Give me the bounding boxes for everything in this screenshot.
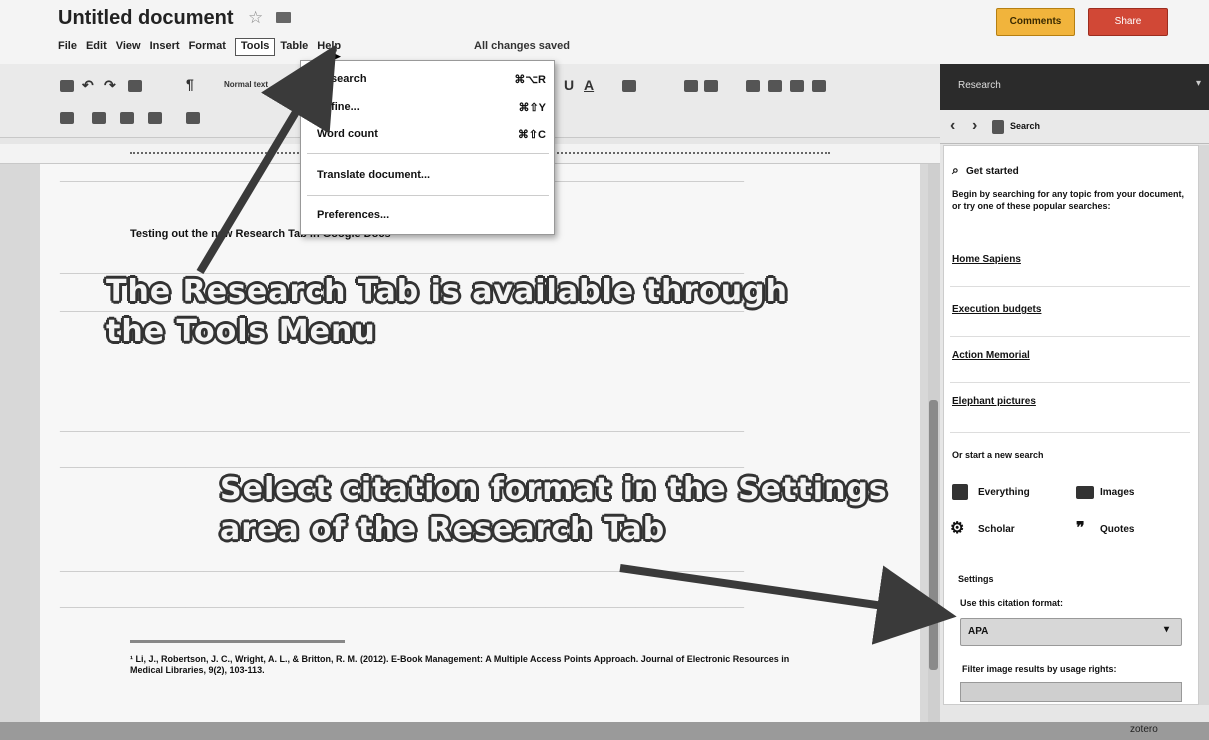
callout-tools-line1: The Research Tab is available through [106, 274, 788, 309]
arrow-to-tools-menu [196, 44, 337, 275]
callout-settings-line2: area of the Research Tab [220, 512, 666, 547]
annotation-arrows [196, 44, 957, 645]
arrow-to-settings [619, 564, 957, 645]
callout-tools-line2: the Tools Menu [106, 314, 376, 349]
app-window: Untitled document ☆ File Edit View Inser… [0, 0, 1209, 740]
callout-settings-line1: Select citation format in the Settings [220, 472, 888, 507]
